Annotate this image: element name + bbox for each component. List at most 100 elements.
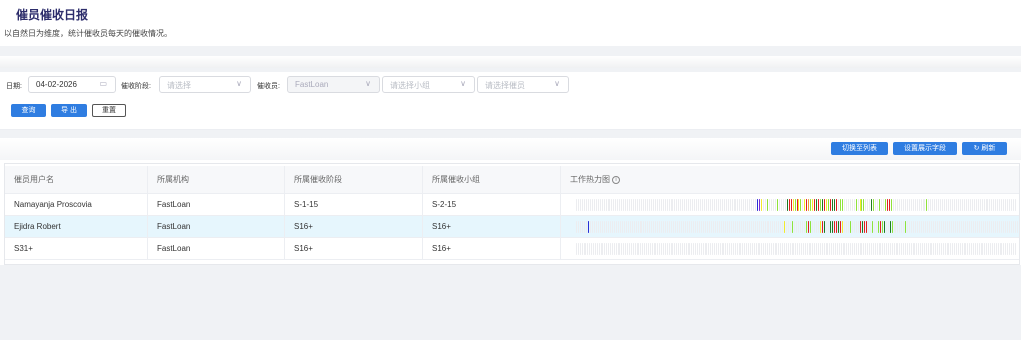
heatmap-cell xyxy=(763,243,765,255)
heatmap-cell xyxy=(717,199,719,211)
heatmap-cell xyxy=(873,221,875,233)
heatmap-cell xyxy=(871,221,873,233)
heatmap-cell xyxy=(657,243,659,255)
heatmap-cell xyxy=(820,199,822,211)
query-button[interactable]: 查询 xyxy=(11,104,46,117)
refresh-button[interactable]: ↻ 刷新 xyxy=(962,142,1007,155)
heatmap-cell xyxy=(857,221,859,233)
heatmap-cell xyxy=(980,221,982,233)
stage-select[interactable]: 请选择 ∨ xyxy=(159,76,251,93)
heatmap-cell xyxy=(672,199,674,211)
heatmap-cell xyxy=(723,243,725,255)
heatmap-cell xyxy=(691,221,693,233)
heatmap-cell xyxy=(887,243,889,255)
heatmap-cell xyxy=(995,243,997,255)
heatmap-cell xyxy=(853,243,855,255)
heatmap-cell xyxy=(748,221,750,233)
heatmap-cell xyxy=(697,243,698,255)
heatmap-cell xyxy=(961,199,963,211)
heatmap-cell xyxy=(847,199,849,211)
page-header: 催员催收日报 以自然日为维度，统计催收员每天的催收情况。 xyxy=(0,0,1021,46)
heatmap-cell xyxy=(778,199,780,211)
heatmap-cell xyxy=(955,199,957,211)
heatmap-cell xyxy=(589,221,591,233)
heatmap-cell xyxy=(719,243,721,255)
heatmap-cell xyxy=(869,221,871,233)
heatmap-cell xyxy=(914,243,916,255)
heatmap-cell xyxy=(678,243,679,255)
heatmap-cell xyxy=(780,199,782,211)
heatmap-cell xyxy=(655,243,657,255)
heatmap-cell xyxy=(687,243,689,255)
heatmap-cell xyxy=(946,199,948,211)
heatmap-cell xyxy=(664,199,666,211)
column-header-heatmap: 工作热力图 i xyxy=(561,166,1019,193)
heatmap-cell xyxy=(844,243,846,255)
page-title: 催员催收日报 xyxy=(16,8,89,22)
heatmap-cell xyxy=(823,243,825,255)
heatmap-cell xyxy=(908,243,910,255)
heatmap-cell xyxy=(759,199,761,211)
heatmap-cell xyxy=(916,199,918,211)
group-select[interactable]: 请选择小组 ∨ xyxy=(382,76,475,93)
heatmap-cell xyxy=(1010,221,1012,233)
org-select[interactable]: FastLoan ∨ xyxy=(287,76,380,93)
heatmap-cell xyxy=(721,243,723,255)
heatmap-cell xyxy=(1009,199,1011,211)
table-row[interactable]: Namayanja Proscovia FastLoan S-1-15 S-2-… xyxy=(5,194,1019,216)
heatmap-cell xyxy=(719,199,721,211)
heatmap-cell xyxy=(714,243,715,255)
heatmap-cell xyxy=(615,221,617,233)
heatmap-cell xyxy=(821,243,823,255)
heatmap-cell xyxy=(693,243,695,255)
heatmap-cell xyxy=(903,243,904,255)
heatmap-cell xyxy=(770,199,772,211)
reset-button[interactable]: 重置 xyxy=(92,104,126,117)
table-row[interactable]: S31+ FastLoan S16+ S16+ xyxy=(5,238,1019,260)
date-picker[interactable]: 04-02-2026 ▭ xyxy=(28,76,116,93)
heatmap-cell xyxy=(653,221,655,233)
heatmap-cell xyxy=(749,243,751,255)
table-row[interactable]: Ejidra Robert FastLoan S16+ S16+ xyxy=(5,216,1019,238)
heatmap-cell xyxy=(867,243,869,255)
heatmap-cell xyxy=(1004,221,1006,233)
heatmap-cell xyxy=(655,221,657,233)
heatmap-cell xyxy=(666,243,668,255)
heatmap-cell xyxy=(985,199,987,211)
heatmap-cell xyxy=(633,221,635,233)
heatmap-cell xyxy=(988,221,990,233)
heatmap-cell xyxy=(695,243,696,255)
heatmap-cell xyxy=(695,221,697,233)
cell-group: S16+ xyxy=(423,238,561,259)
heatmap-cell xyxy=(641,221,643,233)
heatmap-cell xyxy=(986,243,988,255)
heatmap-cell xyxy=(605,199,607,211)
heatmap-cell xyxy=(841,199,843,211)
heatmap-cell xyxy=(640,243,642,255)
switch-list-button[interactable]: 切换至列表 xyxy=(831,142,888,155)
heatmap-cell xyxy=(964,221,966,233)
heatmap-cell xyxy=(944,199,946,211)
heatmap-cell xyxy=(752,221,754,233)
collector-select[interactable]: 请选择催员 ∨ xyxy=(477,76,569,93)
heatmap-cell xyxy=(603,221,605,233)
set-fields-button[interactable]: 设置展示字段 xyxy=(893,142,957,155)
heatmap-cell xyxy=(765,199,766,211)
cell-stage: S16+ xyxy=(285,216,423,237)
heatmap-cell xyxy=(853,199,855,211)
heatmap-cell xyxy=(606,243,608,255)
heatmap-cell xyxy=(577,199,579,211)
heatmap-cell xyxy=(633,199,635,211)
heatmap-cell xyxy=(617,199,619,211)
heatmap-cell xyxy=(984,221,986,233)
heatmap-cell xyxy=(806,199,808,211)
heatmap-cell xyxy=(619,243,621,255)
heatmap-cell xyxy=(804,221,806,233)
heatmap-cell xyxy=(631,199,633,211)
heatmap-cell xyxy=(658,199,660,211)
heatmap-cell xyxy=(899,221,901,233)
heatmap-cell xyxy=(872,243,874,255)
info-icon[interactable]: i xyxy=(612,175,620,184)
export-button[interactable]: 导 出 xyxy=(51,104,87,117)
heatmap-cell xyxy=(958,221,960,233)
